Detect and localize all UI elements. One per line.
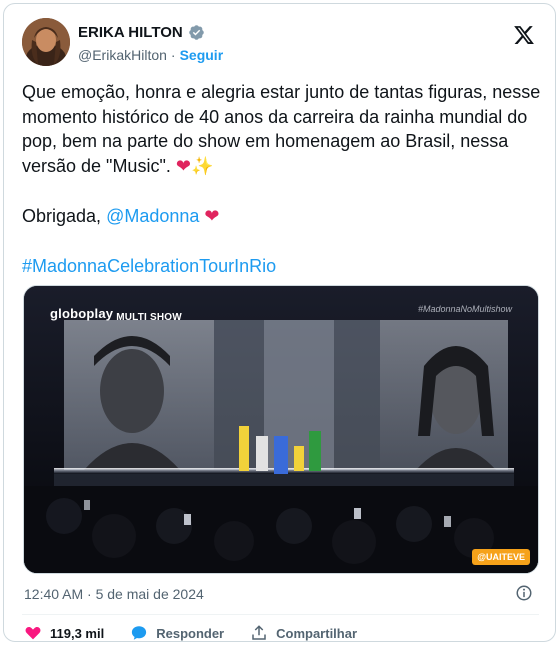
multishow-label: MULTI SHOW [116,312,182,323]
timestamp[interactable]: 12:40 AM · 5 de mai de 2024 [24,586,204,602]
tweet-card: ERIKA HILTON @ErikakHilton · Seguir Que … [3,3,556,642]
share-label: Compartilhar [276,625,358,641]
reply-icon [132,626,147,640]
concert-image [24,286,538,573]
share-icon [252,625,266,640]
action-bar: 119,3 mil Responder Compartilhar [24,624,358,641]
hashtag-watermark: #MadonnaNoMultishow [417,304,512,314]
follow-button[interactable]: Seguir [180,47,224,63]
heart-icon [25,627,41,640]
tweet-paragraph-2: Obrigada, [22,205,107,226]
hashtag-link[interactable]: #MadonnaCelebrationTourInRio [22,256,276,276]
verified-badge-icon [188,25,204,40]
separator-dot: · [170,47,176,63]
share-button[interactable]: Compartilhar [250,624,358,641]
author-names: ERIKA HILTON @ErikakHilton · Seguir [78,24,223,63]
handle[interactable]: @ErikakHilton [78,47,167,63]
display-name[interactable]: ERIKA HILTON [78,24,183,41]
tweet-paragraph-1: Que emoção, honra e alegria estar junto … [22,82,546,176]
red-heart-icon: ❤ [204,205,220,227]
tweet-text: Que emoção, honra e alegria estar junto … [22,80,542,278]
avatar[interactable] [22,18,70,66]
red-heart-icon: ❤ [175,155,191,177]
x-logo-icon[interactable] [513,24,535,46]
mention-link[interactable]: @Madonna [106,206,199,226]
like-count: 119,3 mil [50,625,105,641]
reply-button[interactable]: Responder [130,624,225,641]
reply-label: Responder [156,625,225,641]
uaiteve-badge: @UAITEVE [472,549,530,565]
info-icon[interactable] [515,584,533,602]
globoplay-label: globoplay [50,306,114,321]
video-media[interactable]: globoplay MULTI SHOW #MadonnaNoMultishow … [23,285,539,574]
tweet-header: ERIKA HILTON @ErikakHilton · Seguir [22,18,539,68]
like-button[interactable]: 119,3 mil [24,624,105,641]
globoplay-watermark: globoplay MULTI SHOW [50,306,182,323]
sparkles-icon: ✨ [190,155,214,177]
divider [22,614,539,615]
